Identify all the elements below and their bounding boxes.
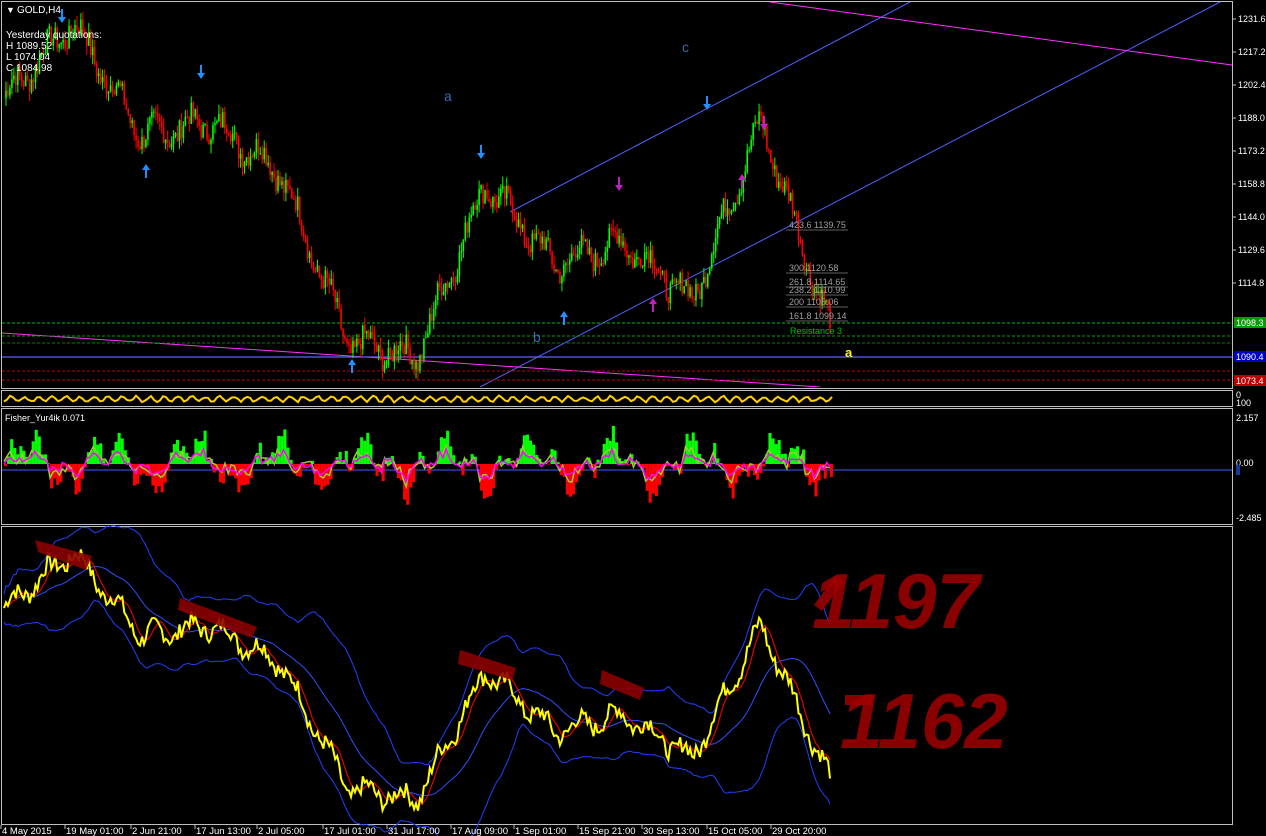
fisher-panel[interactable] [1, 408, 1233, 525]
wave-label-b: b [533, 329, 541, 345]
candle [298, 195, 301, 226]
quotation-close: C 1084.98 [6, 63, 53, 74]
time-axis-label: 17 Jun 13:00 [196, 826, 251, 836]
fib-level-label: 238.2 1110.99 [789, 285, 845, 295]
main-price-panel[interactable] [1, 1, 1233, 389]
time-axis-label: 4 May 2015 [2, 826, 52, 836]
candle [419, 354, 421, 374]
fisher-label: Fisher_Yur4ik 0.071 [5, 413, 85, 423]
candle [586, 237, 589, 255]
candle [123, 80, 126, 106]
fib-level-label: 200 1105.06 [789, 297, 838, 307]
fisher-axis-bottom: -2.485 [1236, 513, 1262, 523]
time-axis: 4 May 2015 19 May 01:00 2 Jun 21:00 17 Jun … [0, 825, 826, 836]
candle [484, 189, 486, 205]
time-axis-label: 1 Sep 01:00 [515, 826, 566, 836]
time-axis-label: 19 May 01:00 [66, 826, 124, 836]
price-axis-label: 1217.2 [1238, 47, 1266, 57]
fisher-axis-top: 2.157 [1236, 413, 1259, 423]
candle [685, 280, 687, 287]
price-tags: 1098.3 1090.4 1073.4 [1234, 317, 1266, 386]
fib-level-label: 161.8 1099.14 [789, 311, 847, 321]
resistance-label: Resistance 3 [790, 326, 842, 336]
candle [710, 252, 713, 271]
time-axis-label: 2 Jun 21:00 [132, 826, 182, 836]
candle [681, 268, 683, 297]
candle [423, 338, 425, 363]
quotation-high: H 1089.52 [6, 41, 53, 52]
time-axis-label: 15 Sep 21:00 [579, 826, 636, 836]
candle [789, 192, 792, 202]
annotation-upper: 1197 [812, 557, 983, 645]
candle [596, 252, 599, 268]
price-tag: 1073.4 [1234, 375, 1266, 386]
wave-label-a-current: a [845, 345, 853, 360]
price-tag: 1090.4 [1234, 351, 1266, 362]
price-axis: 1231.6 1217.2 1202.4 1188.0 1173.2 1158.8 1144… [1232, 14, 1266, 288]
candle [707, 273, 709, 289]
fib-level-label: 423.6 1139.75 [789, 220, 846, 230]
price-tag: 1098.3 [1234, 317, 1266, 328]
candle [590, 246, 593, 263]
strip-indicator-panel[interactable] [1, 390, 1233, 407]
annotation-lower: 1162 [840, 677, 1008, 765]
price-axis-label: 1231.6 [1238, 14, 1266, 24]
time-axis-label: 17 Jul 01:00 [324, 826, 376, 836]
strip-axis-bottom: 100 [1236, 398, 1251, 408]
chart-window[interactable]: 423.6 1139.75300 1120.58261.8 1114.65238… [0, 0, 1266, 836]
time-axis-label: 30 Sep 13:00 [643, 826, 700, 836]
price-axis-label: 1114.8 [1238, 278, 1264, 288]
time-axis-label: 31 Jul 17:00 [388, 826, 440, 836]
price-axis-label: 1202.4 [1238, 80, 1266, 90]
menu-arrow-icon[interactable]: ▼ [6, 5, 15, 15]
candle [145, 138, 147, 149]
price-axis-label: 1173.2 [1238, 146, 1265, 156]
svg-text:1090.4: 1090.4 [1236, 352, 1264, 362]
price-axis-label: 1158.8 [1238, 179, 1265, 189]
bollinger-panel[interactable] [1, 526, 1233, 825]
price-axis-label: 1188.0 [1238, 113, 1265, 123]
quotations-heading: Yesterday quotations: [6, 30, 102, 41]
time-axis-label: 17 Aug 09:00 [452, 826, 508, 836]
wave-label-a: a [444, 88, 452, 104]
svg-text:1073.4: 1073.4 [1236, 376, 1264, 386]
fisher-zero-marker [1236, 465, 1240, 475]
wave-label-c: c [682, 39, 689, 55]
chart-title: GOLD,H4 [17, 5, 61, 16]
candle [770, 149, 772, 163]
price-axis-label: 1144.0 [1238, 212, 1265, 222]
time-axis-label: 2 Jul 05:00 [258, 826, 304, 836]
fib-level-label: 300 1120.58 [789, 263, 838, 273]
time-axis-label: 29 Oct 20:00 [772, 826, 826, 836]
price-axis-label: 1129.6 [1238, 245, 1265, 255]
time-axis-label: 15 Oct 05:00 [708, 826, 762, 836]
candle [776, 164, 778, 189]
svg-text:1098.3: 1098.3 [1236, 318, 1264, 328]
candle [291, 187, 293, 200]
quotation-low: L 1074.04 [6, 52, 51, 63]
candle [766, 122, 768, 153]
